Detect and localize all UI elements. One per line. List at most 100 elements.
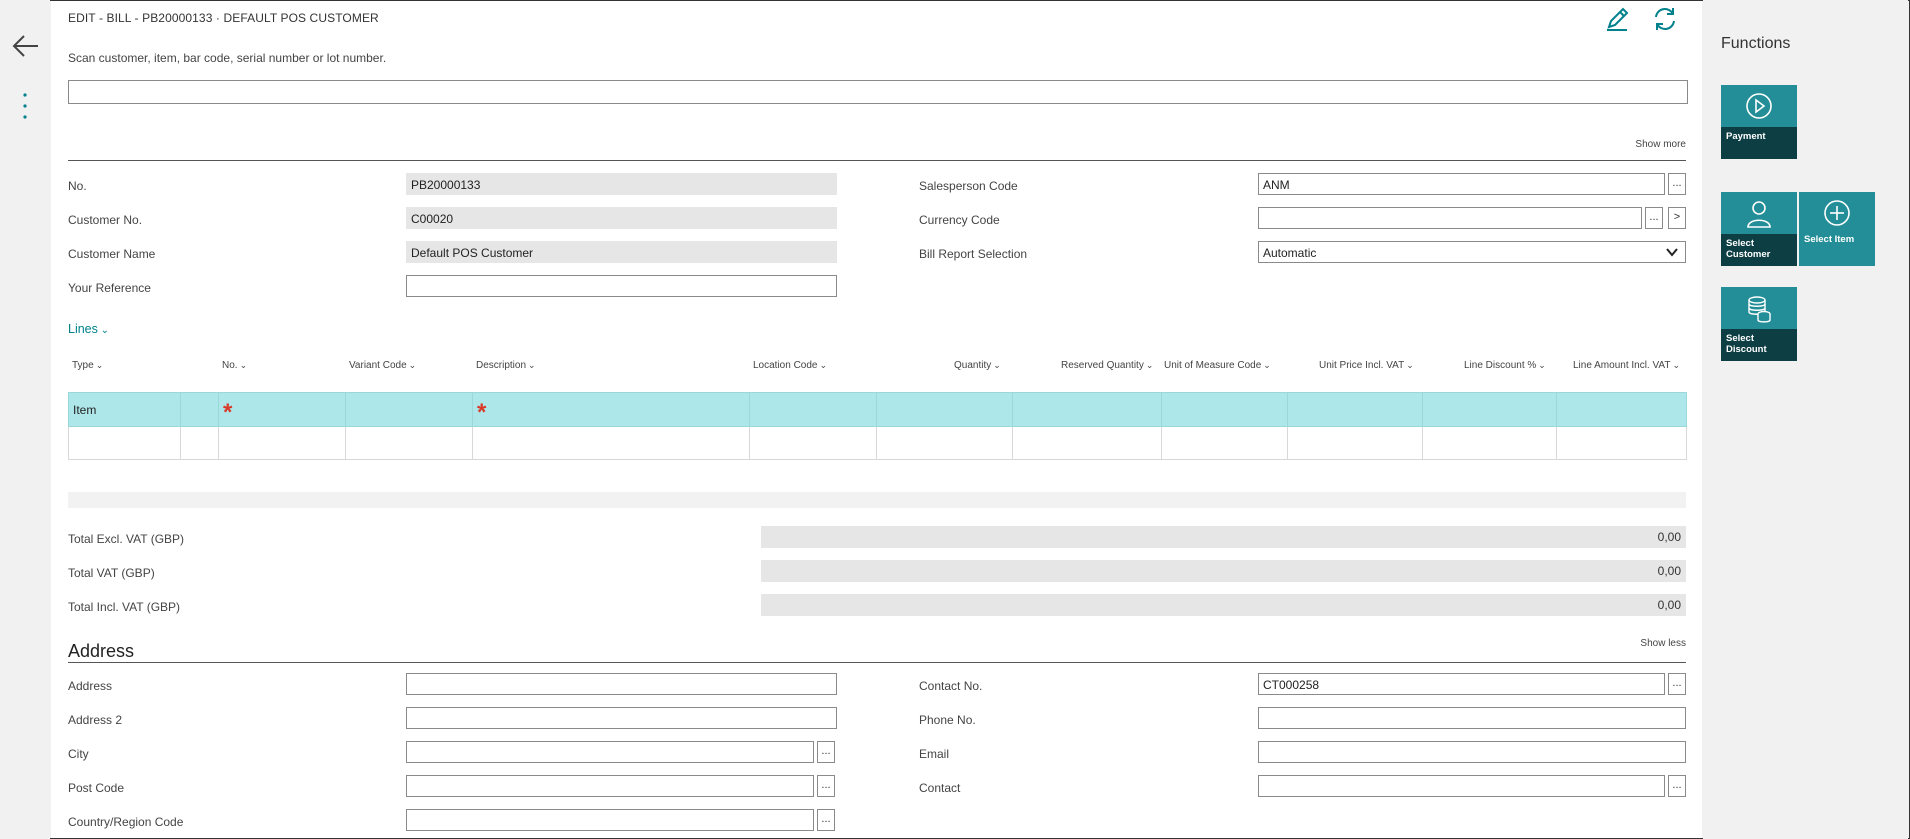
col-line-amount[interactable]: Line Amount Incl. VAT ⌄ <box>1573 360 1680 371</box>
line-no-cell[interactable]: * <box>218 392 346 427</box>
required-marker: * <box>223 399 233 426</box>
post-code-lookup-button[interactable]: ... <box>817 775 835 797</box>
grid-cell[interactable] <box>345 426 473 460</box>
city-field[interactable] <box>406 741 814 763</box>
scan-input[interactable] <box>68 80 1688 104</box>
select-item-button[interactable]: Select Item <box>1799 192 1875 266</box>
grid-cell[interactable] <box>1287 426 1423 460</box>
col-no-label: No. <box>222 360 238 371</box>
customer-no-field: C00020 <box>406 207 837 229</box>
table-row[interactable] <box>68 426 1687 460</box>
chevron-down-icon: ⌄ <box>97 325 110 336</box>
phone-field[interactable] <box>1258 707 1686 729</box>
grid-cell[interactable] <box>1422 426 1557 460</box>
line-location-cell[interactable] <box>749 392 877 427</box>
grid-footer <box>68 492 1686 508</box>
address2-field[interactable] <box>406 707 837 729</box>
bill-report-label: Bill Report Selection <box>919 247 1028 261</box>
col-quantity[interactable]: Quantity ⌄ <box>954 360 1001 371</box>
grid-cell[interactable] <box>472 426 750 460</box>
coins-icon <box>1748 296 1771 323</box>
lines-section-toggle[interactable]: Lines ⌄ <box>68 322 109 336</box>
grid-cell[interactable] <box>876 426 1013 460</box>
col-line-amount-label: Line Amount Incl. VAT <box>1573 360 1671 371</box>
line-cell[interactable] <box>180 392 219 427</box>
address-section-title[interactable]: Address <box>68 641 134 662</box>
col-reserved-quantity[interactable]: Reserved Quantity ⌄ <box>1061 360 1153 371</box>
show-more-link[interactable]: Show more <box>1635 139 1686 150</box>
col-description[interactable]: Description ⌄ <box>476 360 536 371</box>
functions-title: Functions <box>1721 35 1791 52</box>
select-customer-button[interactable]: Select Customer <box>1721 192 1797 266</box>
grid-cell[interactable] <box>1556 426 1687 460</box>
col-variant-code[interactable]: Variant Code ⌄ <box>349 360 416 371</box>
divider <box>68 160 1686 161</box>
col-type-label: Type <box>72 360 94 371</box>
country-field[interactable] <box>406 809 814 831</box>
total-vat-field: 0,00 <box>761 560 1686 582</box>
refresh-icon[interactable] <box>1651 5 1679 33</box>
edit-pencil-icon[interactable] <box>1603 5 1631 33</box>
contact-field[interactable] <box>1258 775 1665 797</box>
contact-no-lookup-button[interactable]: ... <box>1668 673 1686 695</box>
total-excl-vat-field: 0,00 <box>761 526 1686 548</box>
email-field[interactable] <box>1258 741 1686 763</box>
play-circle-icon <box>1746 93 1772 119</box>
bill-report-select[interactable]: Automatic <box>1258 241 1686 263</box>
select-discount-button[interactable]: Select Discount <box>1721 287 1797 361</box>
col-location-code[interactable]: Location Code ⌄ <box>753 360 827 371</box>
more-vertical-icon[interactable] <box>22 92 28 122</box>
grid-cell[interactable] <box>1161 426 1288 460</box>
contact-no-field[interactable]: CT000258 <box>1258 673 1665 695</box>
country-lookup-button[interactable]: ... <box>817 809 835 831</box>
customer-name-label: Customer Name <box>68 247 156 261</box>
address-field[interactable] <box>406 673 837 695</box>
show-less-link[interactable]: Show less <box>1640 638 1686 649</box>
back-arrow-icon[interactable] <box>10 30 42 62</box>
post-code-field[interactable] <box>406 775 814 797</box>
line-quantity-cell[interactable] <box>876 392 1013 427</box>
address2-label: Address 2 <box>68 713 123 727</box>
grid-cell[interactable] <box>68 426 181 460</box>
col-unit-of-measure[interactable]: Unit of Measure Code ⌄ <box>1164 360 1271 371</box>
city-lookup-button[interactable]: ... <box>817 741 835 763</box>
grid-cell[interactable] <box>218 426 346 460</box>
line-amount-cell[interactable] <box>1556 392 1687 427</box>
city-label: City <box>68 747 89 761</box>
col-variant-code-label: Variant Code <box>349 360 407 371</box>
col-line-discount[interactable]: Line Discount % ⌄ <box>1464 360 1546 371</box>
currency-next-button[interactable]: > <box>1668 207 1686 229</box>
grid-cell[interactable] <box>180 426 219 460</box>
chevron-down-icon <box>1666 248 1678 257</box>
line-type-cell[interactable]: Item <box>68 392 181 427</box>
line-discount-cell[interactable] <box>1422 392 1557 427</box>
col-unit-price[interactable]: Unit Price Incl. VAT ⌄ <box>1319 360 1414 371</box>
divider <box>68 662 1686 663</box>
line-uom-cell[interactable] <box>1161 392 1288 427</box>
salesperson-field[interactable]: ANM <box>1258 173 1665 195</box>
line-price-cell[interactable] <box>1287 392 1423 427</box>
country-label: Country/Region Code <box>68 815 184 829</box>
contact-lookup-button[interactable]: ... <box>1668 775 1686 797</box>
tile-icon-area <box>1721 287 1797 329</box>
your-reference-field[interactable] <box>406 275 837 297</box>
select-customer-label: Select Customer <box>1721 234 1797 266</box>
grid-cell[interactable] <box>1012 426 1162 460</box>
main-content: EDIT - BILL - PB20000133 · DEFAULT POS C… <box>51 1 1702 838</box>
customer-name-field: Default POS Customer <box>406 241 837 263</box>
customer-no-label: Customer No. <box>68 213 143 227</box>
grid-cell[interactable] <box>749 426 877 460</box>
col-unit-of-measure-label: Unit of Measure Code <box>1164 360 1262 371</box>
currency-lookup-button[interactable]: ... <box>1645 207 1663 229</box>
col-no[interactable]: No. ⌄ <box>222 360 247 371</box>
salesperson-lookup-button[interactable]: ... <box>1668 173 1686 195</box>
line-description-cell[interactable]: * <box>472 392 750 427</box>
currency-field[interactable] <box>1258 207 1642 229</box>
table-row[interactable]: Item * * <box>68 392 1687 427</box>
address-label: Address <box>68 679 113 693</box>
chevron-down-icon: ⌄ <box>1538 360 1546 370</box>
col-type[interactable]: Type ⌄ <box>72 360 103 371</box>
line-reserved-cell[interactable] <box>1012 392 1162 427</box>
line-variant-cell[interactable] <box>345 392 473 427</box>
payment-button[interactable]: Payment <box>1721 85 1797 159</box>
